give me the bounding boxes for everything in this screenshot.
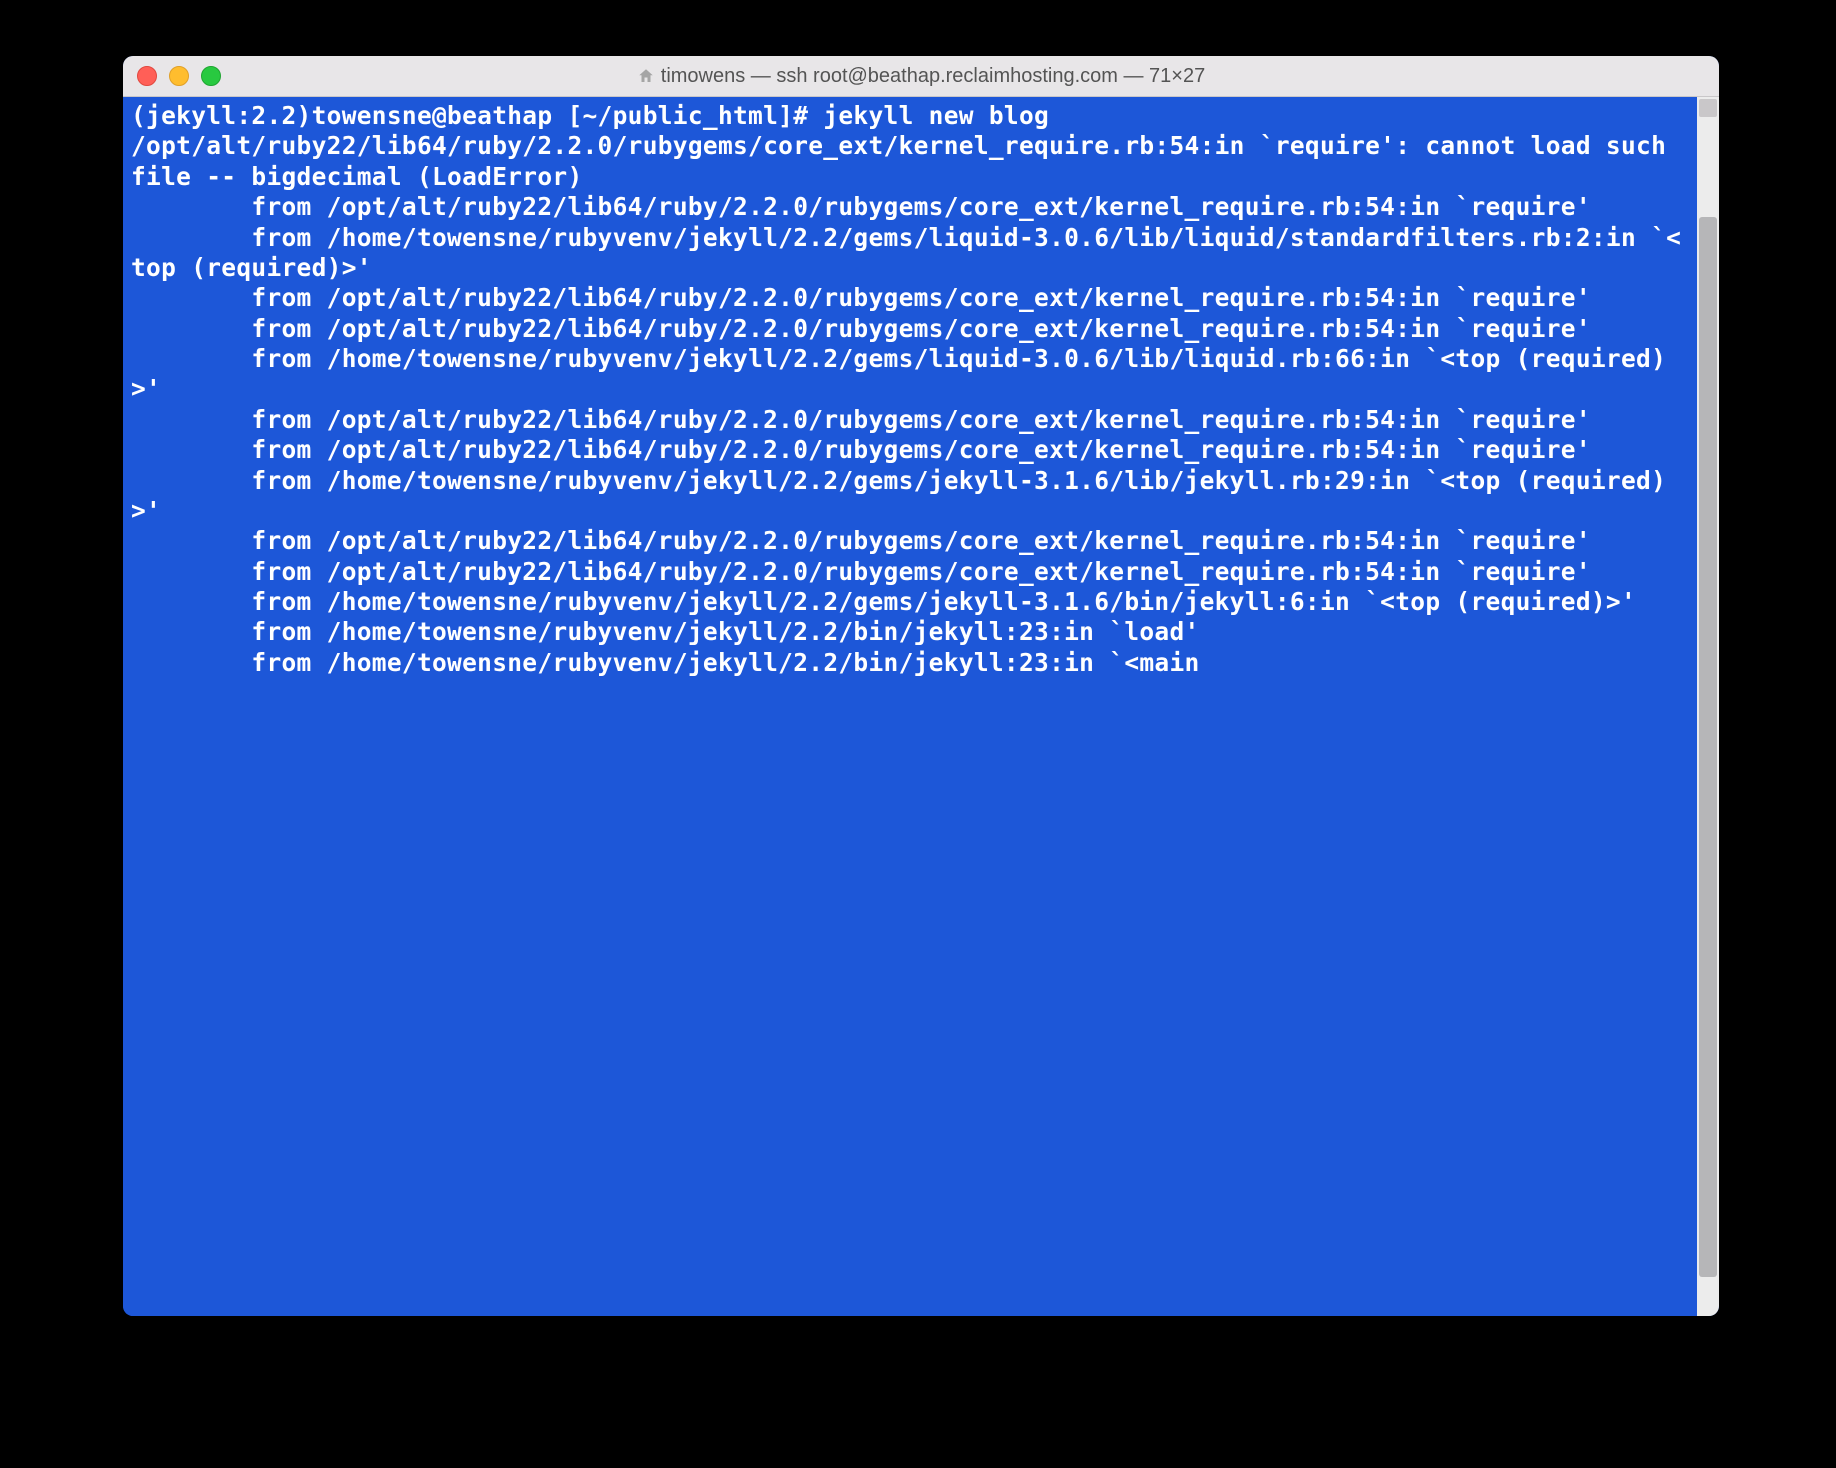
home-icon <box>637 67 655 85</box>
command: jekyll new blog <box>823 101 1049 130</box>
scroll-thumb[interactable] <box>1699 217 1717 1277</box>
window-controls <box>137 66 221 86</box>
close-window-button[interactable] <box>137 66 157 86</box>
prompt: (jekyll:2.2)towensne@beathap [~/public_h… <box>131 101 823 130</box>
scroll-up-button[interactable] <box>1699 99 1717 117</box>
minimize-window-button[interactable] <box>169 66 189 86</box>
window-title: timowens — ssh root@beathap.reclaimhosti… <box>123 65 1719 88</box>
stderr-output: /opt/alt/ruby22/lib64/ruby/2.2.0/rubygem… <box>131 131 1681 676</box>
terminal-output[interactable]: (jekyll:2.2)towensne@beathap [~/public_h… <box>123 97 1697 1316</box>
zoom-window-button[interactable] <box>201 66 221 86</box>
window-title-text: timowens — ssh root@beathap.reclaimhosti… <box>661 65 1205 88</box>
terminal-window: timowens — ssh root@beathap.reclaimhosti… <box>123 56 1719 1316</box>
titlebar[interactable]: timowens — ssh root@beathap.reclaimhosti… <box>123 56 1719 97</box>
content-wrap: (jekyll:2.2)towensne@beathap [~/public_h… <box>123 97 1719 1316</box>
vertical-scrollbar[interactable] <box>1697 97 1719 1316</box>
